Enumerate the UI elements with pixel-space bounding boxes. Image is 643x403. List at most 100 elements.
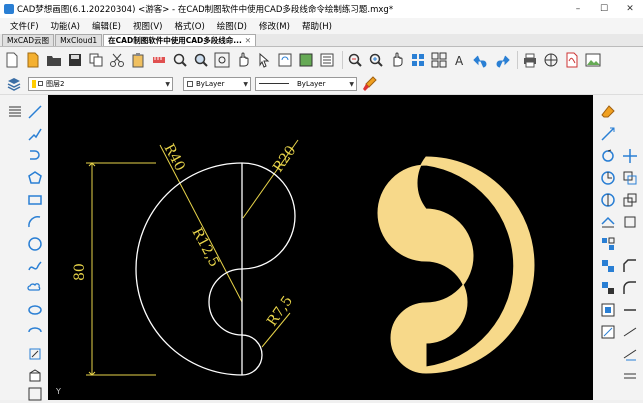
menu-file[interactable]: 文件(F) (4, 20, 45, 32)
ellipse-tool-button[interactable] (26, 301, 44, 319)
properties-button[interactable] (318, 51, 336, 69)
rotate-icon (602, 149, 614, 162)
paintbrush-icon (363, 75, 377, 91)
move-button[interactable] (621, 147, 639, 165)
measure-button[interactable] (150, 51, 168, 69)
tab-mxcloud1[interactable]: MxCloud1 (55, 34, 103, 46)
new-button[interactable] (3, 51, 21, 69)
block-button[interactable] (409, 51, 427, 69)
polyline-tool-button[interactable] (26, 125, 44, 143)
open-recent-button[interactable] (24, 51, 42, 69)
arc-polyline-tool-button[interactable] (26, 147, 44, 165)
arc-tool-button[interactable] (26, 213, 44, 231)
array-rect-button[interactable] (599, 235, 617, 253)
make-block-tool-button[interactable] (26, 367, 44, 385)
array-button[interactable] (430, 51, 448, 69)
redo-button[interactable] (493, 51, 511, 69)
make-block-icon (29, 369, 41, 382)
fillet-button[interactable] (621, 279, 639, 297)
break-button[interactable] (599, 301, 617, 319)
properties-icon (320, 53, 334, 67)
tab-close-icon[interactable]: ✕ (245, 36, 251, 45)
zoom-icon (173, 53, 187, 67)
folder-icon (47, 56, 61, 66)
erase-button[interactable] (599, 103, 617, 121)
cut-button[interactable] (108, 51, 126, 69)
toolbar-separator (342, 51, 343, 69)
align-button[interactable] (621, 323, 639, 341)
zoom-extents-button[interactable] (213, 51, 231, 69)
copy-object-button[interactable] (621, 169, 639, 187)
zoom-previous-button[interactable] (346, 51, 364, 69)
polygon-tool-button[interactable] (26, 169, 44, 187)
scale-button[interactable] (621, 191, 639, 209)
ellipse-arc-icon (28, 327, 42, 333)
text-icon: A (455, 54, 464, 68)
regen-button[interactable] (276, 51, 294, 69)
hatch-tool-button[interactable] (26, 385, 44, 403)
circle-offset-button[interactable] (599, 169, 617, 187)
insert-block-tool-button[interactable] (26, 345, 44, 363)
maximize-button[interactable]: ☐ (591, 0, 617, 18)
chamfer-button[interactable] (621, 257, 639, 275)
extend-button[interactable] (621, 213, 639, 231)
paste-button[interactable] (129, 51, 147, 69)
print-button[interactable] (521, 51, 539, 69)
save-button[interactable] (66, 51, 84, 69)
offset-button[interactable] (599, 323, 617, 341)
menu-modify[interactable]: 修改(M) (253, 20, 296, 32)
open-button[interactable] (45, 51, 63, 69)
copy-button[interactable] (87, 51, 105, 69)
drawing-canvas[interactable]: R40 R20 R12,5 R7,5 80 Y (48, 95, 593, 400)
spline-tool-button[interactable] (26, 257, 44, 275)
layer-manager-button[interactable] (297, 51, 315, 69)
dim-r40-label: R40 (160, 141, 187, 174)
zoom-window-button[interactable] (192, 51, 210, 69)
menu-format[interactable]: 格式(O) (168, 20, 210, 32)
stretch-button[interactable] (599, 125, 617, 143)
layer-properties-button[interactable] (5, 75, 23, 93)
scale-icon (623, 193, 637, 207)
mirror-button[interactable] (599, 191, 617, 209)
rotate-button[interactable] (599, 147, 617, 165)
drawing-svg: R40 R20 R12,5 R7,5 80 (72, 139, 535, 376)
divide-button[interactable] (621, 367, 639, 385)
ellipse-arc-tool-button[interactable] (26, 323, 44, 341)
join-button[interactable] (599, 279, 617, 297)
trim-button[interactable] (599, 213, 617, 231)
edit-polyline-button[interactable] (621, 345, 639, 363)
lengthen-button[interactable] (621, 301, 639, 319)
linetype-dropdown[interactable]: ByLayer ▼ (255, 76, 357, 91)
text-style-button[interactable]: A (451, 51, 469, 69)
layer-dropdown[interactable]: 图层2 ▼ (28, 76, 173, 91)
zoom-realtime-button[interactable] (171, 51, 189, 69)
menu-help[interactable]: 帮助(H) (296, 20, 338, 32)
tab-current-drawing[interactable]: 在CAD制图软件中使用CAD多段线命... ✕ (103, 34, 257, 46)
menu-function[interactable]: 功能(A) (45, 20, 86, 32)
export-image-button[interactable] (584, 51, 602, 69)
pan-tool-button[interactable] (388, 51, 406, 69)
zoom-scale-button[interactable] (367, 51, 385, 69)
menu-edit[interactable]: 编辑(E) (86, 20, 127, 32)
circle-tool-button[interactable] (26, 235, 44, 253)
minimize-button[interactable]: – (565, 0, 591, 18)
export-pdf-button[interactable] (563, 51, 581, 69)
rectangle-tool-button[interactable] (26, 191, 44, 209)
menu-view[interactable]: 视图(V) (127, 20, 168, 32)
tab-mxcad-cloud[interactable]: MxCAD云图 (2, 34, 55, 46)
color-dropdown[interactable]: ByLayer ▼ (183, 76, 251, 91)
draw-toolbar (0, 95, 48, 403)
close-button[interactable]: ✕ (617, 0, 643, 18)
revcloud-tool-button[interactable] (26, 279, 44, 297)
filled-polyline-shape (377, 156, 535, 374)
explode-button[interactable] (599, 257, 617, 275)
text-tool-button[interactable] (6, 103, 24, 121)
line-tool-button[interactable] (26, 103, 44, 121)
menu-draw[interactable]: 绘图(D) (211, 20, 253, 32)
pan-button[interactable] (234, 51, 252, 69)
select-button[interactable] (255, 51, 273, 69)
array-rect-icon (602, 237, 615, 250)
match-properties-button[interactable] (360, 75, 378, 93)
undo-button[interactable] (472, 51, 490, 69)
web-button[interactable] (542, 51, 560, 69)
